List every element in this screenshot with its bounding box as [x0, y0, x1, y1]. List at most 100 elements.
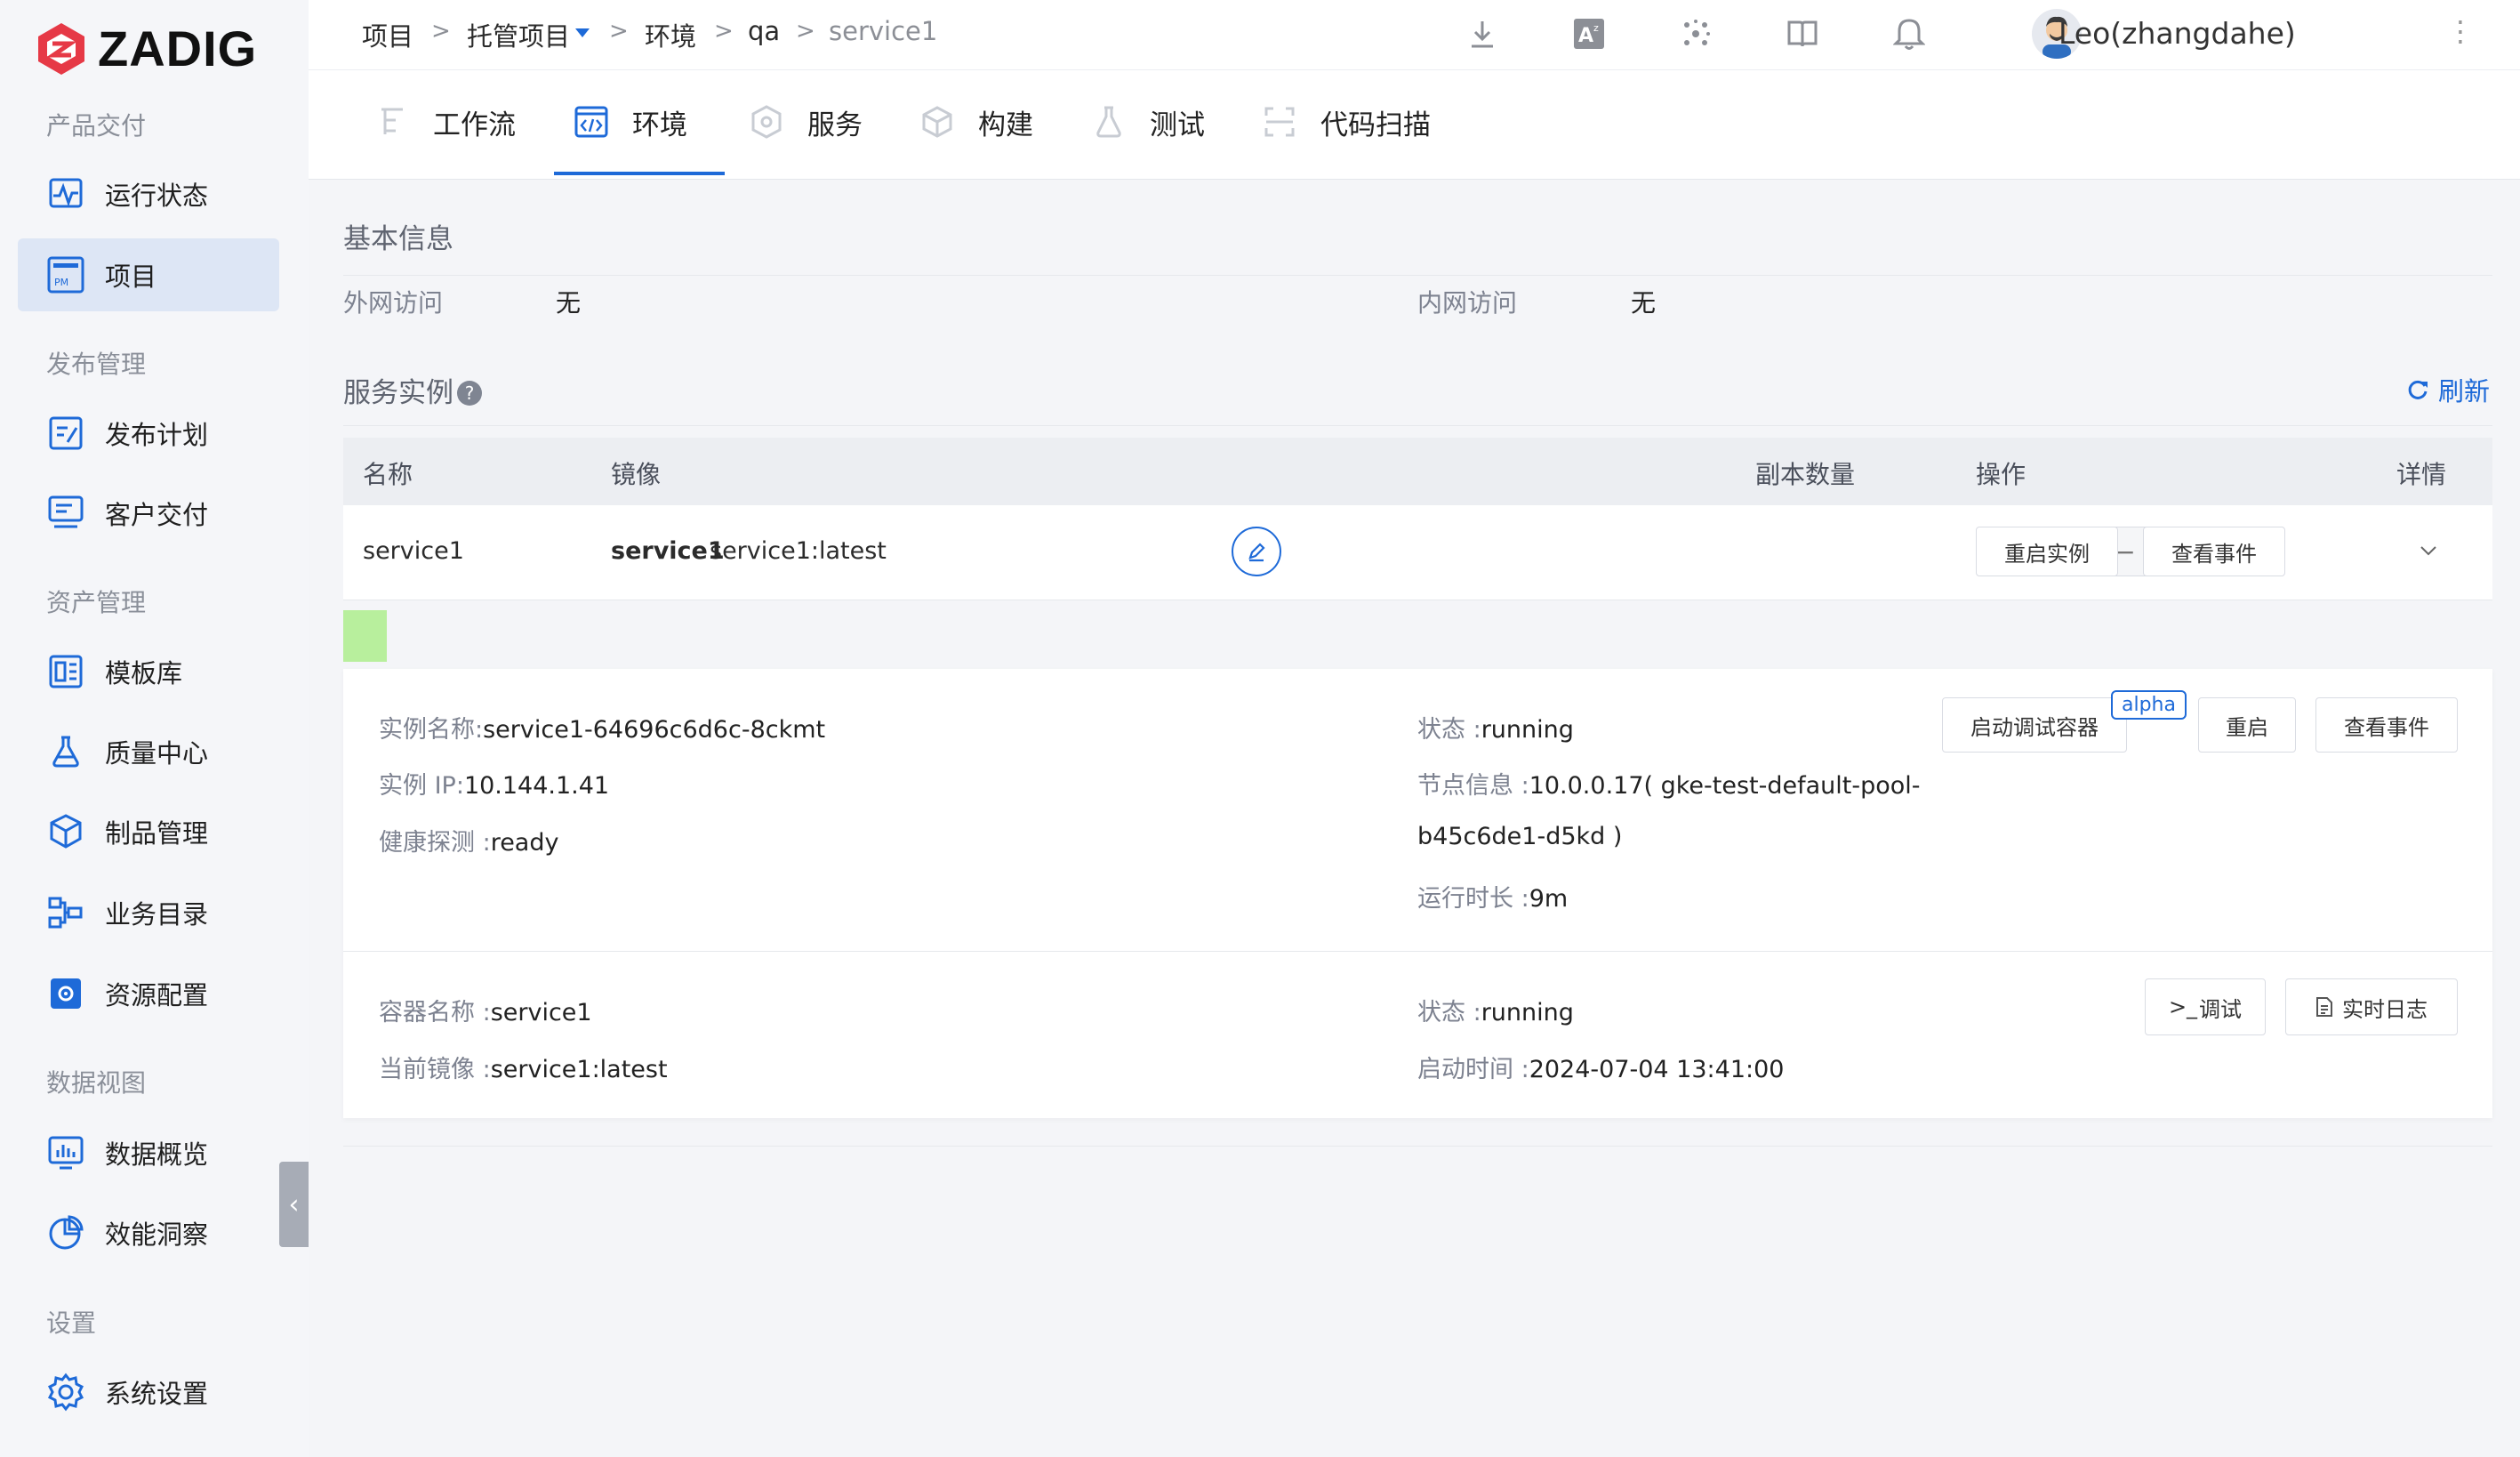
sidebar-item-business-catalog[interactable]: 业务目录 — [18, 876, 279, 949]
uptime-value: 9m — [1529, 885, 1569, 913]
tab-environment[interactable]: 环境 — [574, 95, 687, 149]
tab-bar: 工作流 环境 服务 构建 测试 代码扫描 — [309, 70, 2520, 180]
sidebar-item-customer-delivery[interactable]: 客户交付 — [18, 477, 279, 550]
template-icon — [46, 652, 85, 691]
pie-chart-icon — [46, 1213, 85, 1252]
sidebar-item-label: 质量中心 — [105, 738, 209, 769]
sidebar-item-data-overview[interactable]: 数据概览 — [18, 1116, 279, 1189]
sidebar-item-release-plan[interactable]: 发布计划 — [18, 397, 279, 470]
container-name-value: service1 — [490, 999, 592, 1026]
health-value: ready — [490, 829, 559, 857]
edit-pencil-icon — [1248, 543, 1265, 562]
flask-icon — [1091, 104, 1127, 140]
image-tag: service1:latest — [710, 537, 887, 565]
download-icon[interactable] — [1463, 14, 1502, 53]
sidebar-group-delivery: 产品交付 — [46, 111, 147, 141]
tab-label: 服务 — [807, 109, 863, 141]
top-bar: 项目 > 托管项目 > 环境 > qa > service1 Az Leo(zh… — [309, 0, 2520, 70]
restart-pod-button[interactable]: 重启 — [2198, 697, 2296, 753]
tab-test[interactable]: 测试 — [1091, 95, 1205, 149]
instance-detail-panel: 实例名称:service1-64696c6d6c-8ckmt 实例 IP:10.… — [343, 669, 2492, 1118]
sidebar-item-resource-config[interactable]: 资源配置 — [18, 957, 279, 1030]
sidebar-item-projects[interactable]: PM 项目 — [18, 238, 279, 311]
debug-label: 调试 — [2199, 996, 2243, 1022]
breadcrumb-environment[interactable]: 环境 — [645, 16, 696, 53]
sidebar-group-settings: 设置 — [46, 1308, 97, 1338]
tab-build[interactable]: 构建 — [919, 95, 1033, 149]
instance-name-row: 实例名称:service1-64696c6d6c-8ckmt — [379, 710, 825, 745]
column-header-replicas: 副本数量 — [1755, 460, 1856, 489]
realtime-logs-label: 实时日志 — [2342, 996, 2428, 1022]
sidebar-item-label: 系统设置 — [105, 1379, 209, 1409]
tab-services[interactable]: 服务 — [749, 95, 863, 149]
realtime-logs-button[interactable]: 实时日志 — [2285, 978, 2458, 1035]
start-time-row: 启动时间 :2024-07-04 13:41:00 — [1417, 1050, 1784, 1084]
help-icon[interactable]: ? — [457, 381, 482, 406]
sidebar-item-label: 效能洞察 — [105, 1220, 209, 1250]
node-info-value-line2: b45c6de1-d5kd ) — [1417, 823, 1623, 850]
sidebar-item-artifacts[interactable]: 制品管理 — [18, 795, 279, 868]
sidebar-item-run-status[interactable]: 运行状态 — [18, 157, 279, 230]
basic-info-title: 基本信息 — [343, 223, 453, 255]
tab-label: 工作流 — [433, 109, 516, 141]
debug-button[interactable]: >_ 调试 — [2145, 978, 2266, 1035]
pulse-icon — [46, 174, 85, 213]
breadcrumb-env-qa[interactable]: qa — [748, 16, 780, 46]
current-image-row: 当前镜像 :service1:latest — [379, 1050, 668, 1084]
node-info-label: 节点信息 : — [1417, 772, 1529, 800]
breadcrumb-hosted-project[interactable]: 托管项目 — [467, 16, 570, 53]
sidebar-collapse-button[interactable]: ‹ — [279, 1162, 309, 1247]
user-name[interactable]: Leo(zhangdahe) — [2059, 16, 2296, 51]
tab-code-scan[interactable]: 代码扫描 — [1262, 95, 1431, 149]
pm-icon: PM — [46, 255, 85, 294]
uptime-row: 运行时长 :9m — [1417, 879, 1568, 914]
column-header-actions: 操作 — [1976, 460, 2026, 489]
edit-image-button[interactable] — [1232, 527, 1281, 576]
internal-access-value: 无 — [1631, 288, 1657, 318]
bell-icon[interactable] — [1890, 14, 1929, 53]
sidebar-item-templates[interactable]: 模板库 — [18, 635, 279, 708]
svg-text:A: A — [1578, 25, 1593, 47]
instance-ip-row: 实例 IP:10.144.1.41 — [379, 766, 609, 801]
instances-table-header: 名称 镜像 副本数量 操作 详情 — [343, 438, 2492, 505]
pod-status-row: 状态 :running — [1417, 710, 1574, 745]
sidebar-item-label: 模板库 — [105, 658, 183, 688]
more-vertical-icon[interactable]: ⋮ — [2446, 14, 2475, 48]
divider — [343, 275, 2492, 276]
terminal-icon: >_ — [2168, 994, 2198, 1019]
restart-instance-button[interactable]: 重启实例 — [1976, 527, 2118, 576]
services-hex-icon — [749, 104, 784, 140]
sidebar-item-label: 项目 — [105, 262, 157, 292]
translate-icon[interactable]: Az — [1569, 14, 1609, 53]
tab-label: 环境 — [632, 109, 687, 141]
internal-access-label: 内网访问 — [1417, 288, 1518, 318]
chevron-down-icon[interactable] — [2419, 544, 2438, 557]
refresh-button[interactable]: 刷新 — [2406, 371, 2490, 408]
current-image-label: 当前镜像 : — [379, 1056, 491, 1083]
sidebar-group-assets: 资产管理 — [46, 588, 147, 617]
container-status-label: 状态 : — [1417, 999, 1481, 1026]
pod-events-button[interactable]: 查看事件 — [2315, 697, 2458, 753]
sidebar-item-quality[interactable]: 质量中心 — [18, 715, 279, 788]
gear-icon — [46, 1372, 85, 1412]
sidebar-item-label: 客户交付 — [105, 500, 209, 530]
container-name-label: 容器名称 : — [379, 999, 491, 1026]
external-access-value: 无 — [556, 288, 582, 318]
tab-workflow[interactable]: 工作流 — [374, 95, 516, 149]
logo[interactable]: ZADIG — [36, 20, 257, 77]
sidebar-item-label: 发布计划 — [105, 420, 209, 450]
view-events-button[interactable]: 查看事件 — [2143, 527, 2285, 576]
breadcrumb-projects[interactable]: 项目 — [362, 16, 413, 53]
code-window-icon — [574, 104, 609, 140]
sidebar-item-insights[interactable]: 效能洞察 — [18, 1196, 279, 1269]
docs-book-icon[interactable] — [1783, 14, 1822, 53]
plugin-icon[interactable] — [1676, 14, 1715, 53]
node-info-continued: b45c6de1-d5kd ) — [1417, 823, 1622, 850]
alpha-badge: alpha — [2111, 690, 2187, 720]
svg-text:z: z — [1593, 22, 1599, 34]
dropdown-caret-icon[interactable] — [574, 27, 591, 39]
divider — [343, 1146, 2492, 1147]
start-debug-container-button[interactable]: 启动调试容器 — [1942, 697, 2127, 753]
column-header-image: 镜像 — [611, 460, 662, 489]
sidebar-item-system-settings[interactable]: 系统设置 — [18, 1356, 279, 1429]
